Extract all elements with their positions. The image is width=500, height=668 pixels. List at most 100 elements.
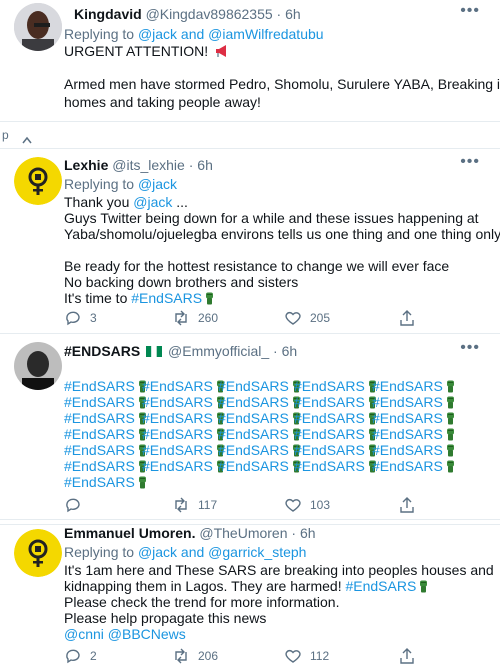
- hashtag-text: #EndSARS: [372, 378, 443, 394]
- hashtag-link[interactable]: #EndSARS: [218, 458, 301, 474]
- hashtag-link[interactable]: #EndSARS: [142, 442, 225, 458]
- user-handle[interactable]: @TheUmoren: [199, 525, 287, 541]
- hashtag-link[interactable]: #EndSARS: [142, 410, 225, 426]
- hashtag-link[interactable]: #EndSARS: [131, 290, 202, 306]
- hashtag-link[interactable]: #EndSARS: [218, 394, 301, 410]
- tweet-line: homes and taking people away!: [64, 94, 261, 110]
- tweet-endsars[interactable]: #ENDSARS @Emmyofficial_ · 6h ••• #EndSAR…: [0, 334, 500, 519]
- reply-mention-link[interactable]: @jack and @iamWilfredatubu: [138, 26, 324, 42]
- tweet-text: URGENT ATTENTION! Armed men have stormed…: [64, 43, 500, 110]
- chevron-up-icon[interactable]: [22, 131, 32, 149]
- hashtag-text: #EndSARS: [294, 442, 365, 458]
- hashtag-link[interactable]: #EndSARS: [294, 458, 377, 474]
- retweet-button[interactable]: 206: [172, 647, 218, 665]
- hashtag-text: #EndSARS: [64, 378, 135, 394]
- retweet-count: 117: [198, 498, 218, 512]
- timestamp[interactable]: 6h: [285, 6, 301, 22]
- avatar[interactable]: [14, 342, 62, 390]
- hashtag-link[interactable]: #EndSARS: [218, 426, 301, 442]
- hashtag-link[interactable]: #EndSARS: [294, 410, 377, 426]
- hashtag-link[interactable]: #EndSARS: [345, 578, 416, 594]
- mention-link[interactable]: @jack: [133, 194, 172, 210]
- avatar[interactable]: [14, 157, 62, 205]
- avatar[interactable]: [14, 3, 62, 51]
- hashtag-link[interactable]: #EndSARS: [372, 426, 455, 442]
- hashtag-text: #EndSARS: [218, 394, 289, 410]
- raised-fist-icon: [443, 378, 455, 394]
- retweet-button[interactable]: 260: [172, 309, 218, 327]
- timestamp[interactable]: 6h: [197, 157, 213, 173]
- more-options-icon[interactable]: •••: [460, 339, 480, 357]
- hashtag-link[interactable]: #EndSARS: [142, 394, 225, 410]
- separator: ·: [276, 6, 282, 22]
- hashtag-link[interactable]: #EndSARS: [64, 378, 147, 394]
- display-name[interactable]: #ENDSARS: [64, 343, 140, 359]
- reply-mention-link[interactable]: @jack and @garrick_steph: [138, 544, 307, 560]
- separator: ·: [188, 157, 194, 173]
- tweet-lexhie[interactable]: Lexhie @its_lexhie · 6h ••• Replying to …: [0, 148, 500, 334]
- hashtag-text: #EndSARS: [372, 394, 443, 410]
- hashtag-link[interactable]: #EndSARS: [142, 458, 225, 474]
- raised-fist-icon: [443, 394, 455, 410]
- timestamp[interactable]: 6h: [282, 343, 298, 359]
- retweet-button[interactable]: 117: [172, 496, 217, 514]
- mention-links[interactable]: @cnni @BBCNews: [64, 626, 494, 642]
- hashtag-link[interactable]: #EndSARS: [218, 442, 301, 458]
- user-handle[interactable]: @its_lexhie: [112, 157, 185, 173]
- tweet-actions: 117 103: [64, 496, 484, 516]
- like-count: 112: [310, 649, 330, 663]
- hashtag-link[interactable]: #EndSARS: [294, 394, 377, 410]
- hashtag-link[interactable]: #EndSARS: [64, 458, 147, 474]
- display-name[interactable]: Kingdavid: [74, 6, 142, 22]
- hashtag-link[interactable]: #EndSARS: [142, 426, 225, 442]
- tweet-text-part: It's time to: [64, 290, 132, 306]
- user-handle[interactable]: @Emmyofficial_: [168, 343, 269, 359]
- timestamp[interactable]: 6h: [300, 525, 316, 541]
- like-button[interactable]: 112: [284, 647, 329, 665]
- hashtag-link[interactable]: #EndSARS: [64, 410, 147, 426]
- hashtag-link[interactable]: #EndSARS: [372, 378, 455, 394]
- display-name[interactable]: Emmanuel Umoren.: [64, 525, 195, 541]
- hashtag-text: #EndSARS: [64, 410, 135, 426]
- display-name[interactable]: Lexhie: [64, 157, 108, 173]
- reply-button[interactable]: [64, 496, 82, 514]
- hashtag-link[interactable]: #EndSARS: [64, 394, 147, 410]
- replying-label: Replying to: [64, 26, 138, 42]
- avatar[interactable]: [14, 529, 62, 577]
- share-icon: [400, 648, 414, 664]
- tweet-line: Please help propagate this news: [64, 610, 267, 626]
- like-button[interactable]: 103: [284, 496, 330, 514]
- tweet-umoren[interactable]: Emmanuel Umoren. @TheUmoren · 6h Replyin…: [0, 524, 500, 668]
- like-button[interactable]: 205: [284, 309, 330, 327]
- reply-icon: [66, 649, 80, 664]
- share-button[interactable]: [398, 309, 416, 327]
- hashtag-text: #EndSARS: [372, 426, 443, 442]
- tweet-header: Kingdavid @Kingdav89862355 · 6h: [74, 6, 301, 22]
- hashtag-link[interactable]: #EndSARS: [372, 410, 455, 426]
- share-button[interactable]: [398, 496, 416, 514]
- reply-mention-link[interactable]: @jack: [138, 176, 177, 192]
- hashtag-link[interactable]: #EndSARS: [372, 458, 455, 474]
- more-options-icon[interactable]: •••: [460, 2, 480, 20]
- hashtag-link[interactable]: #EndSARS: [218, 410, 301, 426]
- hashtag-link[interactable]: #EndSARS: [218, 378, 301, 394]
- hashtag-link[interactable]: #EndSARS: [372, 394, 455, 410]
- hashtag-link[interactable]: #EndSARS: [142, 378, 225, 394]
- share-button[interactable]: [398, 647, 416, 665]
- hashtag-text: #EndSARS: [64, 458, 135, 474]
- hashtag-link[interactable]: #EndSARS: [294, 442, 377, 458]
- hashtag-link[interactable]: #EndSARS: [64, 426, 147, 442]
- reply-button[interactable]: 3: [64, 309, 97, 327]
- hashtag-link[interactable]: #EndSARS: [64, 474, 147, 490]
- hashtag-link[interactable]: #EndSARS: [294, 378, 377, 394]
- tweet-line: Armed men have stormed Pedro, Shomolu, S…: [64, 76, 500, 92]
- tweet-kingdavid[interactable]: Kingdavid @Kingdav89862355 · 6h ••• Repl…: [0, 0, 500, 120]
- user-handle[interactable]: @Kingdav89862355: [146, 6, 273, 22]
- more-options-icon[interactable]: •••: [460, 153, 480, 171]
- hashtag-link[interactable]: #EndSARS: [294, 426, 377, 442]
- reply-button[interactable]: 2: [64, 647, 97, 665]
- hashtag-link[interactable]: #EndSARS: [64, 442, 147, 458]
- hashtag-text: #EndSARS: [142, 394, 213, 410]
- hashtag-link[interactable]: #EndSARS: [372, 442, 455, 458]
- replying-to: Replying to @jack and @garrick_steph: [64, 544, 306, 560]
